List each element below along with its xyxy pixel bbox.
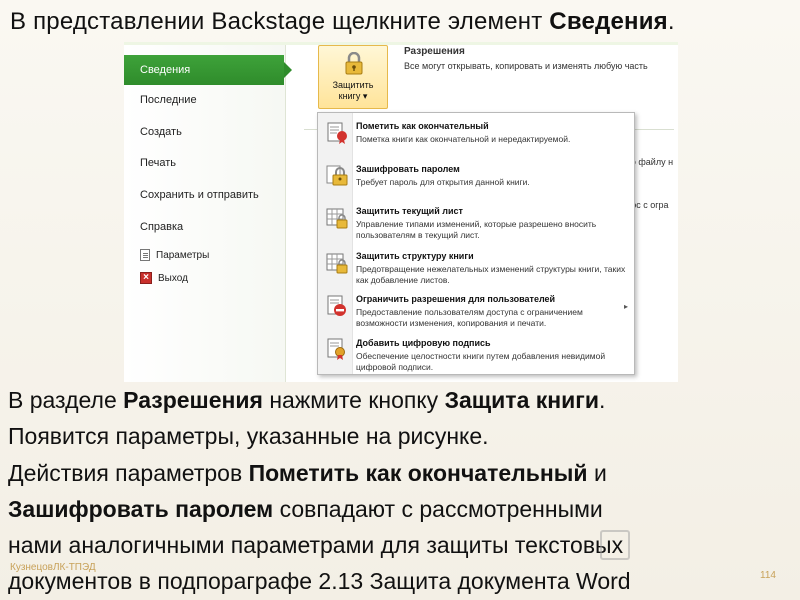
permissions-description: Все могут открывать, копировать и изменя…	[404, 61, 648, 71]
permissions-title: Разрешения	[404, 46, 465, 57]
watermark-icon	[600, 530, 630, 560]
options-label: Параметры	[156, 249, 210, 261]
encrypt-lock-icon	[326, 165, 348, 186]
exit-icon: ×	[140, 272, 152, 284]
menu-item-title: Ограничить разрешения для пользователей	[356, 294, 556, 304]
menu-item-description: Обеспечение целостности книги путем доба…	[356, 351, 606, 372]
menu-item-protect-sheet[interactable]: Защитить текущий лист Управление типами …	[318, 202, 634, 244]
menu-item-description: Предотвращение нежелательных изменений с…	[356, 264, 626, 285]
menu-item-title: Защитить структуру книги	[356, 251, 474, 261]
nav-item-new[interactable]: Создать	[124, 121, 284, 143]
body-line-6: документов в подпораграфе 2.13 Защита до…	[8, 568, 631, 595]
backstage-screenshot: Сведения Последние Создать Печать Сохран…	[124, 42, 678, 382]
nav-item-save-send[interactable]: Сохранить и отправить	[124, 184, 284, 206]
submenu-arrow-icon: ▸	[623, 302, 628, 311]
lock-icon	[345, 52, 363, 75]
options-icon	[140, 249, 150, 261]
protect-label-line1: Защитить	[332, 80, 374, 90]
menu-item-encrypt[interactable]: Зашифровать паролем Требует пароль для о…	[318, 159, 634, 197]
menu-item-title: Пометить как окончательный	[356, 121, 489, 131]
protect-sheet-icon	[326, 208, 348, 229]
body-line-4: Зашифровать паролем совпадают с рассмотр…	[8, 495, 603, 522]
digital-signature-icon	[327, 338, 345, 360]
protect-label-line2: книгу ▾	[338, 91, 368, 101]
slide-title: В представлении Backstage щелкните элеме…	[10, 8, 675, 35]
nav-item-exit[interactable]: × Выход	[140, 272, 188, 284]
protect-workbook-menu: Пометить как окончательный Пометка книги…	[317, 112, 635, 375]
nav-item-recent[interactable]: Последние	[124, 89, 284, 111]
menu-item-mark-final[interactable]: Пометить как окончательный Пометка книги…	[318, 117, 634, 153]
restrict-permission-icon	[327, 295, 346, 316]
footer-author: КузнецовЛК-ТПЭД	[10, 562, 96, 573]
menu-item-description: Пометка книги как окончательной и нереда…	[356, 134, 571, 144]
menu-item-digital-signature[interactable]: Добавить цифровую подпись Обеспечение це…	[318, 333, 634, 373]
protect-structure-icon	[326, 253, 348, 274]
exit-label: Выход	[158, 272, 188, 284]
menu-item-title: Защитить текущий лист	[356, 206, 463, 216]
nav-item-info[interactable]: Сведения	[124, 55, 292, 85]
body-line-1: В разделе Разрешения нажмите кнопку Защи…	[8, 387, 606, 413]
page-number: 114	[760, 570, 776, 581]
backstage-nav: Сведения Последние Создать Печать Сохран…	[124, 45, 292, 382]
nav-item-print[interactable]: Печать	[124, 152, 284, 174]
nav-item-help[interactable]: Справка	[124, 216, 284, 238]
protect-workbook-button[interactable]: Защитить книгу ▾	[318, 45, 388, 109]
nav-item-options[interactable]: Параметры	[140, 249, 209, 261]
menu-item-title: Зашифровать паролем	[356, 164, 460, 174]
menu-item-title: Добавить цифровую подпись	[356, 338, 491, 348]
slide-body-text: В разделе Разрешения нажмите кнопку Защи…	[8, 382, 800, 600]
body-line-2: Появится параметры, указанные на рисунке…	[8, 423, 489, 450]
menu-item-protect-structure[interactable]: Защитить структуру книги Предотвращение …	[318, 247, 634, 289]
mark-final-icon	[327, 122, 347, 144]
menu-item-restrict-permission[interactable]: Ограничить разрешения для пользователей …	[318, 290, 634, 332]
menu-item-description: Требует пароль для открытия данной книги…	[356, 177, 530, 187]
body-line-5: нами аналогичными параметрами для защиты…	[8, 532, 624, 559]
menu-item-description: Управление типами изменений, которые раз…	[356, 219, 597, 240]
body-line-3: Действия параметров Пометить как окончат…	[8, 459, 607, 486]
menu-item-description: Предоставление пользователям доступа с о…	[356, 307, 583, 328]
